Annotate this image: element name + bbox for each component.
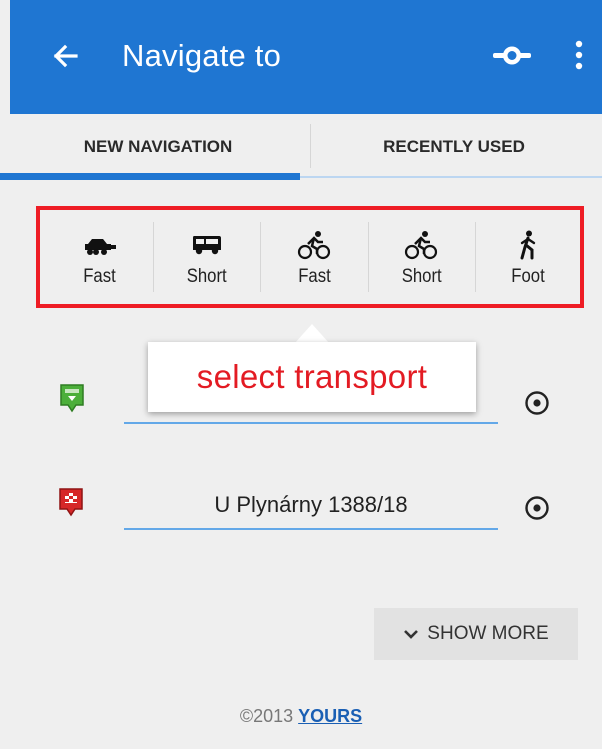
start-pin-icon — [60, 384, 84, 413]
app-bar: Navigate to — [10, 0, 602, 114]
tab-new-navigation[interactable]: NEW NAVIGATION — [10, 114, 306, 180]
transport-highlight-box — [36, 206, 584, 308]
destination-input[interactable]: U Plynárny 1388/18 — [124, 490, 498, 530]
my-location-icon[interactable] — [524, 390, 550, 416]
active-tab-indicator — [0, 173, 300, 180]
show-more-label: SHOW MORE — [427, 623, 549, 644]
end-pin-icon — [59, 488, 83, 517]
yours-link[interactable]: YOURS — [298, 706, 362, 726]
more-vert-icon[interactable] — [570, 36, 588, 76]
waypoint-icon[interactable] — [492, 40, 532, 70]
callout-pointer — [294, 324, 330, 344]
my-location-icon[interactable] — [524, 495, 550, 521]
back-arrow-icon[interactable] — [46, 36, 86, 76]
start-location-input[interactable] — [124, 384, 498, 424]
tab-recently-used[interactable]: RECENTLY USED — [306, 114, 602, 180]
page-title: Navigate to — [122, 38, 282, 73]
copyright-text: ©2013 — [239, 706, 299, 726]
footer: ©2013 YOURS — [0, 706, 602, 727]
tab-underline — [300, 176, 602, 178]
show-more-button[interactable]: SHOW MORE — [374, 608, 578, 660]
tab-bar: NEW NAVIGATION RECENTLY USED — [10, 114, 602, 180]
chevron-down-icon — [404, 630, 419, 639]
